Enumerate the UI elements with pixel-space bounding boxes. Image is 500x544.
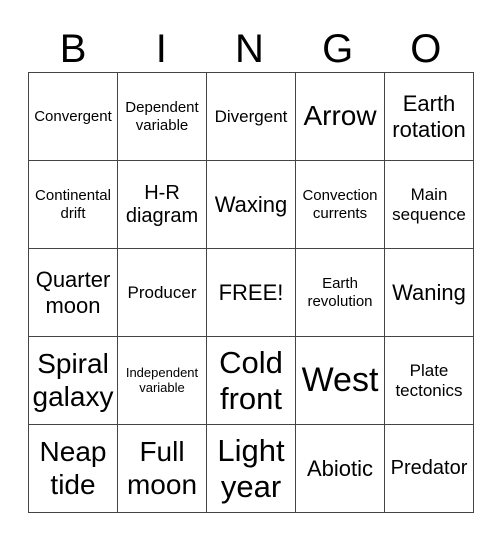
- free-space-cell[interactable]: FREE!: [206, 248, 296, 337]
- board-row: Quarter moon Producer FREE! Earth revolu…: [28, 248, 474, 337]
- bingo-board: Convergent Dependent variable Divergent …: [28, 72, 474, 513]
- bingo-cell[interactable]: West: [295, 336, 385, 425]
- bingo-cell[interactable]: Dependent variable: [117, 72, 207, 161]
- bingo-cell[interactable]: Convergent: [28, 72, 118, 161]
- header-letter-o: O: [410, 27, 442, 71]
- header-letter-b: B: [59, 27, 87, 71]
- bingo-cell[interactable]: Convection currents: [295, 160, 385, 249]
- board-row: Neap tide Full moon Light year Abiotic P…: [28, 424, 474, 513]
- bingo-cell[interactable]: Quarter moon: [28, 248, 118, 337]
- bingo-cell[interactable]: Predator: [384, 424, 474, 513]
- board-row: Convergent Dependent variable Divergent …: [28, 72, 474, 161]
- bingo-cell[interactable]: Cold front: [206, 336, 296, 425]
- bingo-cell[interactable]: Earth rotation: [384, 72, 474, 161]
- bingo-cell[interactable]: Waxing: [206, 160, 296, 249]
- header-letter-i: I: [155, 27, 167, 71]
- bingo-cell[interactable]: Earth revolution: [295, 248, 385, 337]
- bingo-cell[interactable]: H-R diagram: [117, 160, 207, 249]
- bingo-cell[interactable]: Arrow: [295, 72, 385, 161]
- header-letter-g: G: [322, 27, 354, 71]
- board-row: Continental drift H-R diagram Waxing Con…: [28, 160, 474, 249]
- bingo-cell[interactable]: Abiotic: [295, 424, 385, 513]
- bingo-cell[interactable]: Plate tectonics: [384, 336, 474, 425]
- bingo-cell[interactable]: Light year: [206, 424, 296, 513]
- bingo-cell[interactable]: Producer: [117, 248, 207, 337]
- bingo-cell[interactable]: Divergent: [206, 72, 296, 161]
- board-row: Spiral galaxy Independent variable Cold …: [28, 336, 474, 425]
- bingo-cell[interactable]: Continental drift: [28, 160, 118, 249]
- bingo-cell[interactable]: Full moon: [117, 424, 207, 513]
- header-letter-n: N: [235, 27, 264, 71]
- bingo-cell[interactable]: Waning: [384, 248, 474, 337]
- bingo-cell[interactable]: Independent variable: [117, 336, 207, 425]
- bingo-header: B I N G O: [29, 26, 470, 72]
- bingo-cell[interactable]: Neap tide: [28, 424, 118, 513]
- bingo-cell[interactable]: Main sequence: [384, 160, 474, 249]
- bingo-cell[interactable]: Spiral galaxy: [28, 336, 118, 425]
